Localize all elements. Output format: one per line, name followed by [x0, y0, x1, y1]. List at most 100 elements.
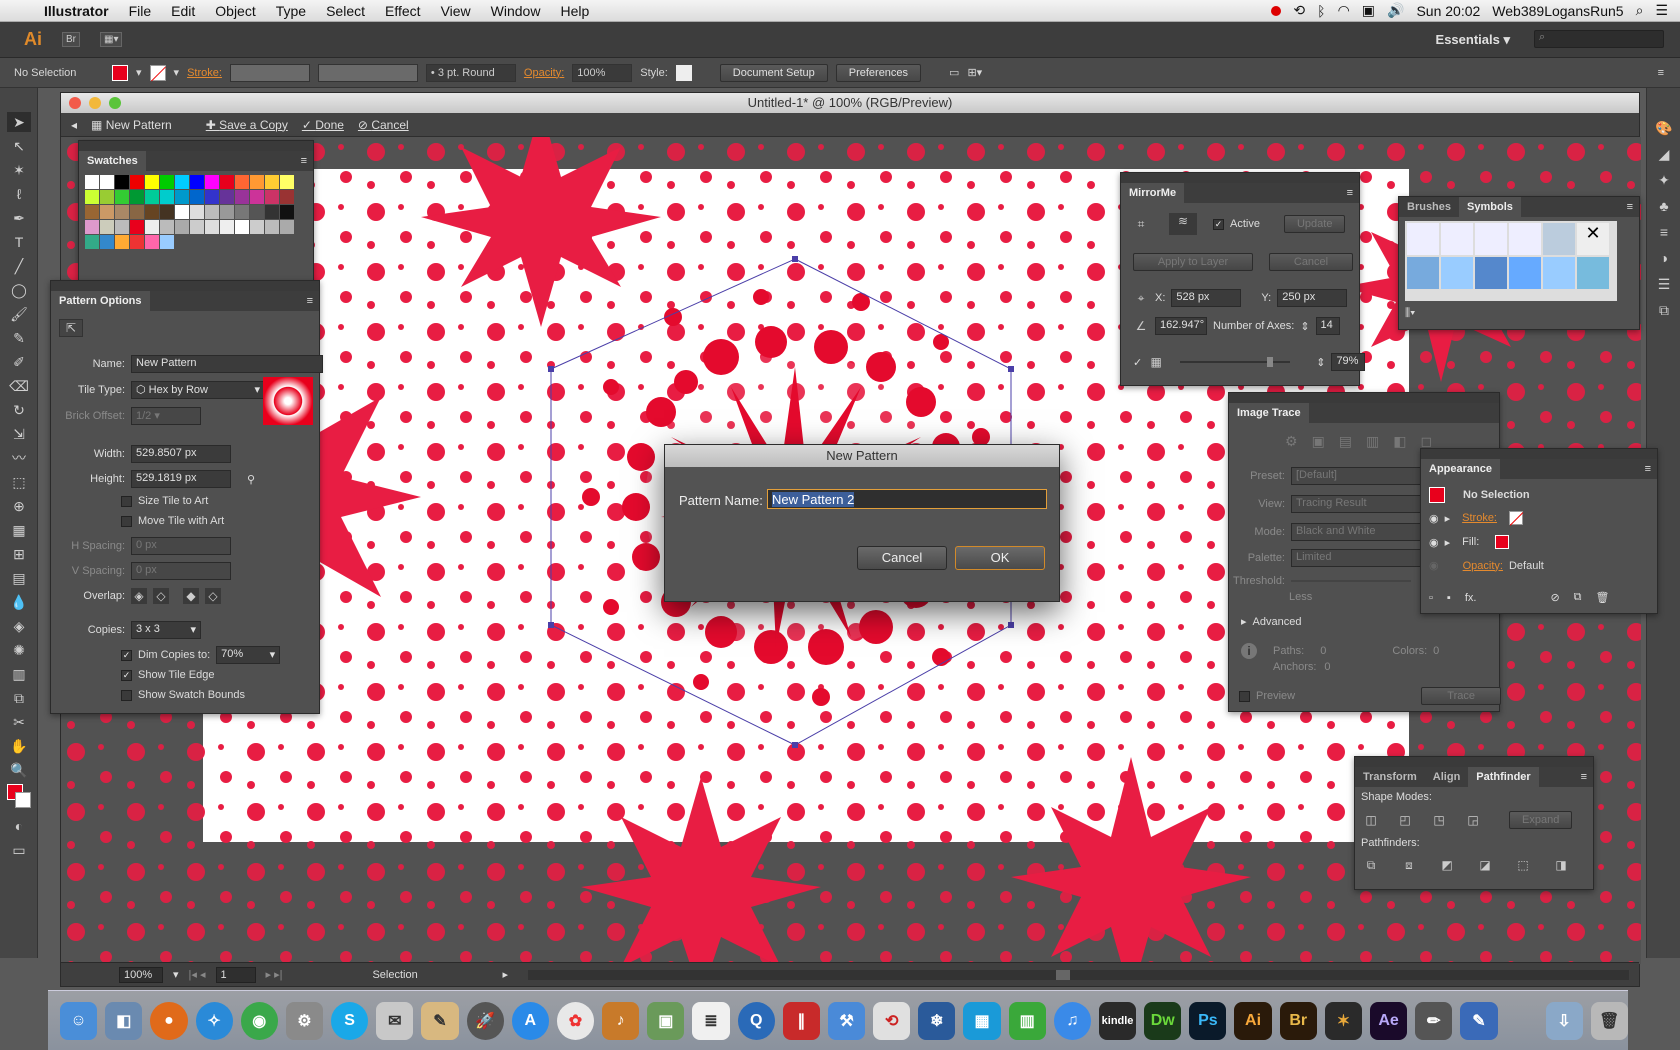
direct-selection-tool-icon[interactable]: ↖ — [7, 136, 31, 156]
dock-chrome[interactable]: ◉ — [240, 1001, 278, 1040]
time-machine-icon[interactable]: ⟲ — [1293, 2, 1305, 19]
clock[interactable]: Sun 20:02 — [1416, 3, 1480, 19]
screen-mode-icon[interactable]: ▭ — [7, 840, 31, 860]
advanced-disclosure-icon[interactable]: ▸ — [1241, 615, 1247, 628]
dock-kindle[interactable]: kindle — [1098, 1001, 1137, 1040]
dock-extension-manager[interactable]: ✶ — [1324, 1001, 1362, 1040]
record-icon[interactable] — [1271, 5, 1282, 16]
workspace-switcher[interactable]: Essentials ▾ — [1436, 32, 1510, 48]
current-tool-label[interactable]: Selection — [372, 969, 492, 981]
tab-brushes[interactable]: Brushes — [1399, 197, 1459, 217]
artboard-tool-icon[interactable]: ⧉ — [7, 688, 31, 708]
panel-menu-icon[interactable]: ≡ — [307, 295, 319, 307]
dock-quicktime[interactable]: Q — [737, 1001, 775, 1040]
variable-width-field[interactable] — [317, 63, 418, 82]
width-field[interactable]: 529.8507 px — [131, 445, 231, 463]
axes-stepper-icon[interactable]: ⇕ — [1300, 320, 1309, 333]
advanced-label[interactable]: Advanced — [1253, 616, 1302, 628]
warp-tool-icon[interactable]: 〰 — [7, 448, 31, 468]
clear-appearance-icon[interactable]: ⊘ — [1550, 591, 1559, 604]
dock-trash[interactable]: 🗑 — [1590, 1001, 1628, 1040]
dock-illustrator[interactable]: Ai — [1234, 1001, 1272, 1040]
transparency-panel-icon[interactable]: ◑ — [1652, 248, 1676, 268]
minus-front-icon[interactable]: ◰ — [1397, 812, 1413, 828]
tab-pathfinder[interactable]: Pathfinder — [1468, 767, 1539, 787]
panel-grip[interactable] — [1121, 173, 1359, 183]
symbol-libraries-icon[interactable]: ⫼▾ — [1405, 307, 1415, 320]
zoom-window-button[interactable] — [109, 97, 121, 109]
horizontal-scrollbar[interactable] — [528, 969, 1629, 980]
zoom-tool-icon[interactable]: 🔍 — [7, 760, 31, 780]
hand-tool-icon[interactable]: ✋ — [7, 736, 31, 756]
wifi-icon[interactable]: ◠ — [1338, 2, 1350, 19]
align-to-icon[interactable]: ▭ — [949, 66, 959, 79]
bluetooth-icon[interactable]: ᛒ — [1317, 3, 1325, 19]
dock-iphoto[interactable]: ▣ — [647, 1001, 685, 1040]
chevron-down-icon[interactable]: ▾ — [174, 66, 180, 79]
rotate-tool-icon[interactable]: ↻ — [7, 400, 31, 420]
tab-appearance[interactable]: Appearance — [1421, 459, 1500, 479]
opacity-link[interactable]: Opacity: — [1463, 560, 1503, 572]
dock-itunes[interactable]: ♫ — [1053, 1001, 1091, 1040]
type-tool-icon[interactable]: T — [7, 232, 31, 252]
fill-swatch[interactable] — [1495, 535, 1510, 549]
height-field[interactable]: 529.1819 px — [131, 470, 231, 488]
gradient-tool-icon[interactable]: ▤ — [7, 568, 31, 588]
brushes-panel-icon[interactable]: ✦ — [1652, 170, 1676, 190]
drawing-modes-icon[interactable]: ◐ — [7, 816, 31, 836]
transform-icon[interactable]: ⊞▾ — [967, 66, 982, 79]
opacity-label[interactable]: Opacity: — [524, 67, 564, 79]
tile-type-select[interactable]: ⬡ Hex by Row ▾ — [131, 381, 265, 399]
back-arrow-icon[interactable]: ◂ — [71, 118, 77, 132]
eyedropper-tool-icon[interactable]: 💧 — [7, 592, 31, 612]
crop-icon[interactable]: ◪ — [1477, 857, 1493, 873]
copies-select[interactable]: 3 x 3 ▾ — [131, 621, 201, 639]
dock-mail[interactable]: ✉ — [376, 1001, 414, 1040]
dim-copies-checkbox[interactable]: ✓ — [121, 649, 132, 661]
perspective-grid-tool-icon[interactable]: ▦ — [7, 520, 31, 540]
add-fill-icon[interactable]: ▪ — [1447, 592, 1451, 604]
right-in-front-icon[interactable]: ◇ — [153, 588, 169, 604]
spotlight-icon[interactable]: ⌕ — [1636, 2, 1644, 19]
brick-offset-select[interactable]: 1/2 ▾ — [131, 407, 201, 425]
apply-to-layer-button[interactable]: Apply to Layer — [1133, 253, 1253, 271]
free-transform-tool-icon[interactable]: ⬚ — [7, 472, 31, 492]
v-spacing-field[interactable]: 0 px — [131, 562, 231, 580]
menu-file[interactable]: File — [119, 3, 162, 19]
dock-pencils[interactable]: ✎ — [1460, 1001, 1498, 1040]
panel-menu-icon[interactable]: ≡ — [1645, 463, 1657, 475]
view-select[interactable]: Tracing Result — [1291, 495, 1421, 513]
number-of-axes-field[interactable]: 14 — [1315, 317, 1340, 335]
palette-select[interactable]: Limited — [1291, 549, 1421, 567]
expand-button[interactable]: Expand — [1509, 811, 1573, 829]
disclosure-triangle-icon[interactable]: ▸ — [1445, 536, 1451, 549]
symbol-sprayer-tool-icon[interactable]: ✺ — [7, 640, 31, 660]
delete-item-icon[interactable]: 🗑 — [1596, 591, 1610, 604]
active-checkbox[interactable]: ✓ — [1213, 218, 1224, 230]
dock-finder[interactable]: ☺ — [60, 1001, 98, 1040]
user-name[interactable]: Web389LogansRun5 — [1492, 3, 1623, 19]
black-white-icon[interactable]: ◧ — [1393, 433, 1406, 450]
dock-pencil[interactable]: ✏ — [1415, 1001, 1453, 1040]
merge-icon[interactable]: ◩ — [1439, 857, 1455, 873]
menu-select[interactable]: Select — [316, 3, 375, 19]
tab-image-trace[interactable]: Image Trace — [1229, 403, 1309, 423]
gradient-panel-icon[interactable]: ◢ — [1652, 144, 1676, 164]
dock-system-preferences[interactable]: ⚙ — [285, 1001, 324, 1040]
panel-menu-icon[interactable]: ≡ — [1581, 771, 1593, 783]
exclude-icon[interactable]: ◲ — [1465, 812, 1481, 828]
minimize-window-button[interactable] — [89, 97, 101, 109]
dock-photos[interactable]: ✿ — [556, 1001, 595, 1040]
visibility-eye-icon[interactable]: ◉ — [1429, 536, 1439, 549]
update-button[interactable]: Update — [1283, 215, 1346, 233]
top-in-front-icon[interactable]: ◆ — [183, 588, 199, 604]
dock-snowflake[interactable]: ❄ — [918, 1001, 956, 1040]
x-field[interactable]: 528 px — [1171, 289, 1242, 307]
ellipse-tool-icon[interactable]: ◯ — [7, 280, 31, 300]
check-icon[interactable]: ✓ — [1133, 356, 1142, 369]
zoom-field[interactable]: 100% — [119, 966, 163, 983]
stroke-label[interactable]: Stroke: — [187, 67, 222, 79]
tab-align[interactable]: Align — [1425, 767, 1469, 787]
visibility-eye-icon[interactable]: ◉ — [1429, 512, 1439, 525]
bridge-button[interactable]: Br — [62, 32, 80, 47]
